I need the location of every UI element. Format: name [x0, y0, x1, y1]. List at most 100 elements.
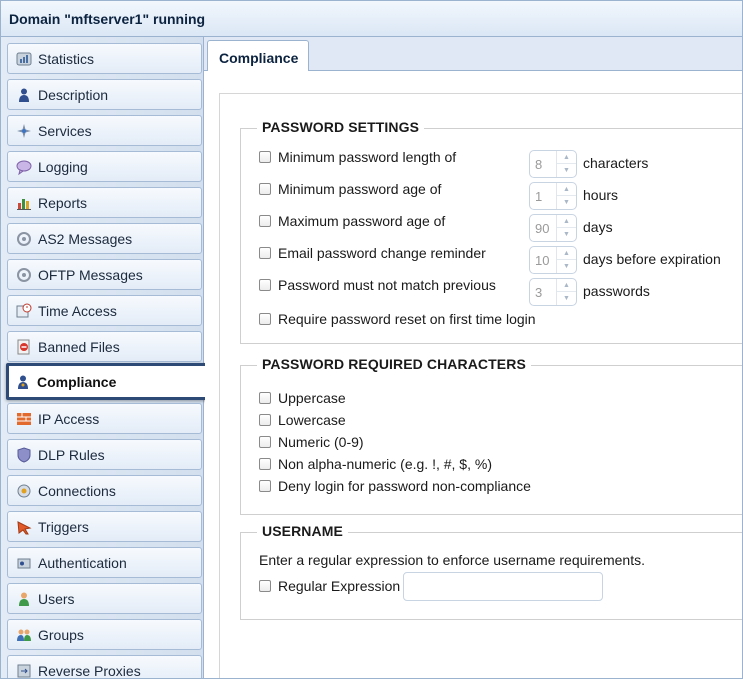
sidebar-item-triggers[interactable]: Triggers	[7, 511, 202, 542]
connections-icon	[16, 483, 32, 499]
non-alphanumeric-checkbox[interactable]	[259, 458, 271, 470]
password-history-label: Password must not match previous	[278, 277, 496, 293]
person-icon	[16, 87, 32, 103]
stepper-buttons: ▲ ▼	[556, 183, 576, 209]
logging-icon	[16, 159, 32, 175]
stepper-down-icon[interactable]: ▼	[557, 292, 576, 305]
sidebar-item-logging[interactable]: Logging	[7, 151, 202, 182]
uppercase-row: Uppercase	[259, 390, 346, 406]
sidebar-item-label: DLP Rules	[38, 446, 105, 463]
stepper-down-icon[interactable]: ▼	[557, 260, 576, 273]
regex-row: Regular Expression	[259, 578, 400, 594]
username-legend: USERNAME	[257, 523, 348, 539]
dlp-shield-icon	[16, 446, 32, 463]
sidebar-item-banned-files[interactable]: Banned Files	[7, 331, 202, 362]
stepper-buttons: ▲ ▼	[556, 247, 576, 273]
username-section: USERNAME Enter a regular expression to e…	[240, 523, 742, 620]
numeric-checkbox[interactable]	[259, 436, 271, 448]
sidebar-item-label: Reports	[38, 194, 88, 211]
sidebar-item-groups[interactable]: Groups	[7, 619, 202, 650]
sidebar-item-dlp-rules[interactable]: DLP Rules	[7, 439, 202, 470]
lowercase-checkbox[interactable]	[259, 414, 271, 426]
min-length-stepper[interactable]: 8 ▲ ▼	[529, 150, 577, 178]
min-length-checkbox[interactable]	[259, 151, 271, 163]
stepper-up-icon[interactable]: ▲	[557, 279, 576, 292]
user-icon	[16, 591, 32, 607]
tab-compliance[interactable]: Compliance	[207, 40, 309, 72]
deny-login-checkbox[interactable]	[259, 480, 271, 492]
sidebar-item-label: Connections	[38, 482, 116, 499]
min-age-row: Minimum password age of	[259, 181, 441, 197]
sidebar-item-reverse-proxies[interactable]: Reverse Proxies	[7, 655, 202, 678]
time-access-icon	[16, 303, 32, 319]
tab-bar: Compliance	[204, 37, 742, 72]
stepper-up-icon[interactable]: ▲	[557, 183, 576, 196]
sidebar-item-label: Compliance	[37, 373, 117, 390]
stepper-down-icon[interactable]: ▼	[557, 196, 576, 209]
password-history-row: Password must not match previous	[259, 277, 496, 293]
min-length-label: Minimum password length of	[278, 149, 457, 165]
compliance-icon	[15, 374, 31, 390]
sidebar-item-as2-messages[interactable]: AS2 Messages	[7, 223, 202, 254]
stepper-value: 1	[535, 189, 543, 204]
sidebar-item-label: Banned Files	[38, 338, 120, 355]
sidebar-item-time-access[interactable]: Time Access	[7, 295, 202, 326]
non-alphanumeric-label: Non alpha-numeric (e.g. !, #, $, %)	[278, 456, 492, 472]
sidebar-item-statistics[interactable]: Statistics	[7, 43, 202, 74]
sidebar-item-services[interactable]: Services	[7, 115, 202, 146]
max-age-stepper[interactable]: 90 ▲ ▼	[529, 214, 577, 242]
email-reminder-stepper[interactable]: 10 ▲ ▼	[529, 246, 577, 274]
regex-checkbox[interactable]	[259, 580, 271, 592]
sidebar-item-compliance[interactable]: Compliance	[6, 363, 208, 400]
sidebar-item-description[interactable]: Description	[7, 79, 202, 110]
password-history-checkbox[interactable]	[259, 279, 271, 291]
stepper-up-icon[interactable]: ▲	[557, 151, 576, 164]
min-length-row: Minimum password length of	[259, 149, 456, 165]
reset-first-login-checkbox[interactable]	[259, 313, 271, 325]
email-reminder-label: Email password change reminder	[278, 245, 486, 261]
non-alphanumeric-row: Non alpha-numeric (e.g. !, #, $, %)	[259, 456, 492, 472]
sidebar-item-label: IP Access	[38, 410, 100, 427]
sidebar-item-label: Users	[38, 590, 75, 607]
username-description: Enter a regular expression to enforce us…	[259, 552, 645, 568]
sidebar-item-label: Services	[38, 122, 92, 139]
uppercase-label: Uppercase	[278, 390, 346, 406]
sidebar-item-reports[interactable]: Reports	[7, 187, 202, 218]
stepper-up-icon[interactable]: ▲	[557, 247, 576, 260]
sidebar-item-label: Logging	[38, 158, 88, 175]
stepper-up-icon[interactable]: ▲	[557, 215, 576, 228]
password-history-stepper[interactable]: 3 ▲ ▼	[529, 278, 577, 306]
max-age-checkbox[interactable]	[259, 215, 271, 227]
lowercase-label: Lowercase	[278, 412, 346, 428]
email-reminder-unit: days before expiration	[583, 251, 721, 267]
sidebar-item-ip-access[interactable]: IP Access	[7, 403, 202, 434]
password-settings-legend: PASSWORD SETTINGS	[257, 119, 425, 135]
min-length-unit: characters	[583, 155, 649, 171]
sidebar-item-connections[interactable]: Connections	[7, 475, 202, 506]
lowercase-row: Lowercase	[259, 412, 346, 428]
sidebar-item-oftp-messages[interactable]: OFTP Messages	[7, 259, 202, 290]
numeric-label: Numeric (0-9)	[278, 434, 364, 450]
reset-first-login-row: Require password reset on first time log…	[259, 311, 536, 327]
stepper-down-icon[interactable]: ▼	[557, 164, 576, 177]
min-age-label: Minimum password age of	[278, 181, 442, 197]
stepper-down-icon[interactable]: ▼	[557, 228, 576, 241]
stepper-buttons: ▲ ▼	[556, 215, 576, 241]
stepper-buttons: ▲ ▼	[556, 279, 576, 305]
regex-input[interactable]	[403, 572, 603, 601]
sidebar-item-users[interactable]: Users	[7, 583, 202, 614]
uppercase-checkbox[interactable]	[259, 392, 271, 404]
min-age-checkbox[interactable]	[259, 183, 271, 195]
triggers-icon	[16, 519, 32, 535]
min-age-stepper[interactable]: 1 ▲ ▼	[529, 182, 577, 210]
sidebar-item-authentication[interactable]: Authentication	[7, 547, 202, 578]
sidebar-item-label: Triggers	[38, 518, 89, 535]
services-icon	[16, 123, 32, 139]
sidebar-item-label: AS2 Messages	[38, 230, 133, 247]
sidebar: Statistics Description Services Logging …	[1, 37, 208, 678]
banned-files-icon	[16, 339, 32, 355]
sidebar-item-label: Time Access	[38, 302, 117, 319]
stepper-value: 90	[535, 221, 550, 236]
email-reminder-checkbox[interactable]	[259, 247, 271, 259]
min-age-unit: hours	[583, 187, 619, 203]
